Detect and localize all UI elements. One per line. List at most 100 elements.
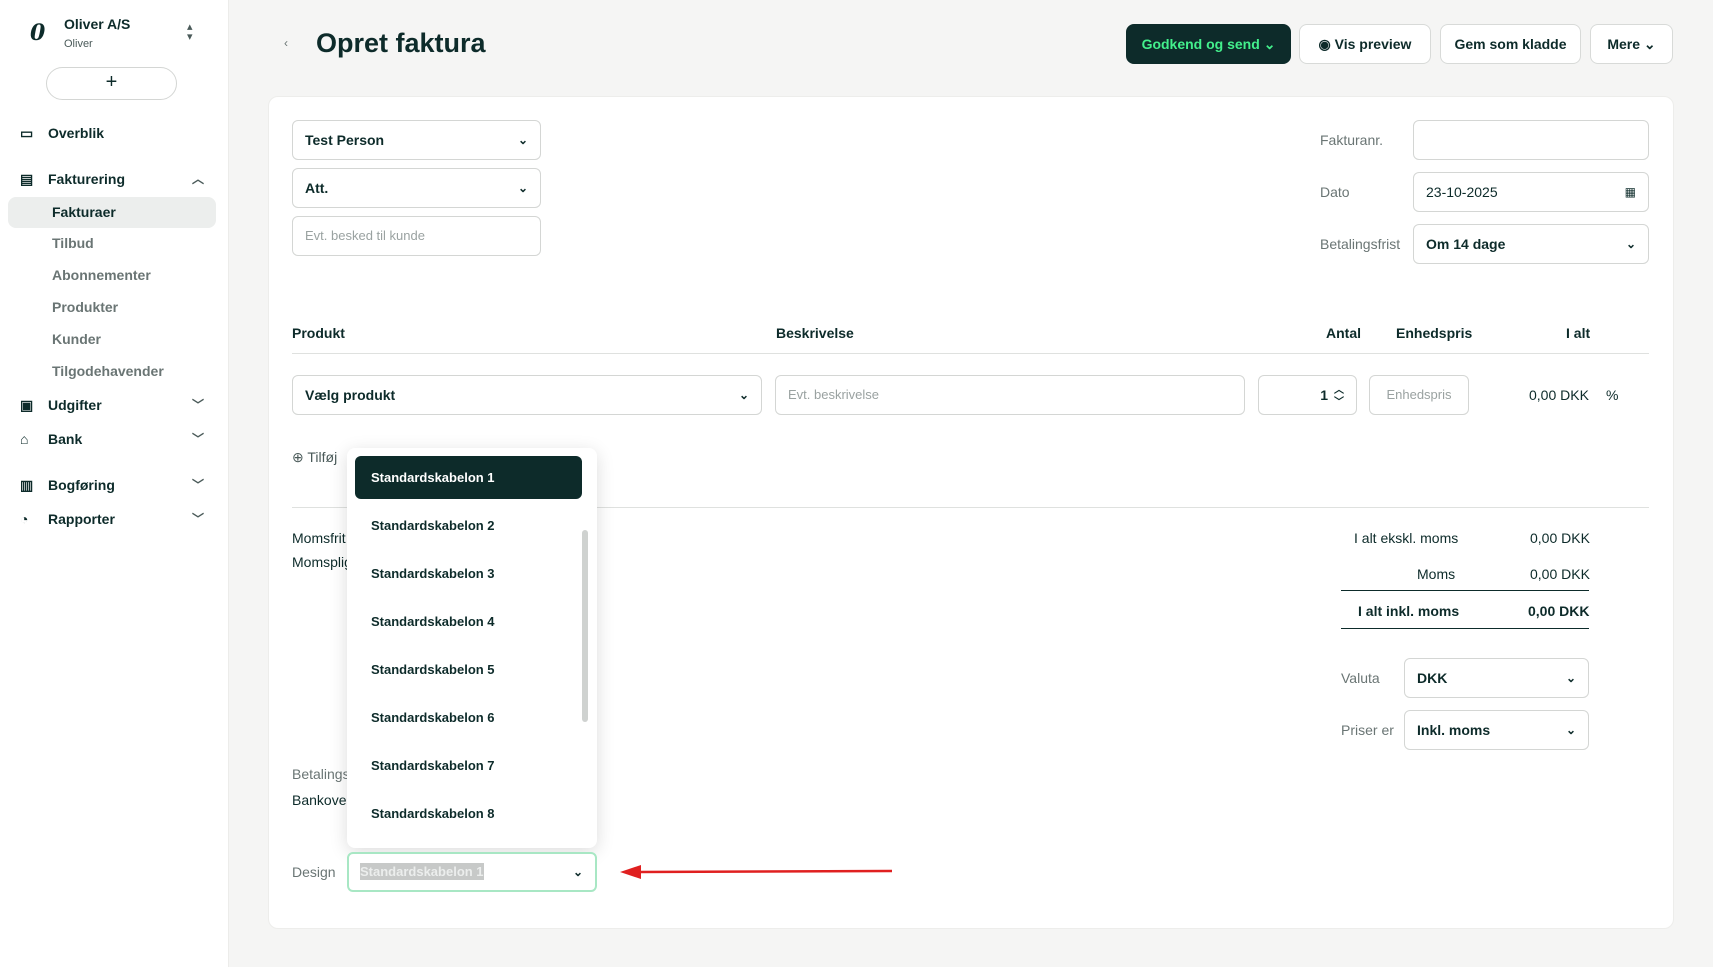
design-option[interactable]: Standardskabelon 4	[355, 600, 582, 643]
currency-value: DKK	[1417, 670, 1448, 686]
wallet-icon: ▣	[20, 397, 34, 413]
annotation-arrow-icon	[620, 865, 893, 879]
design-value: Standardskabelon 1	[360, 863, 484, 880]
qty-value: 1	[1320, 387, 1328, 403]
chevron-down-icon: ﹀	[191, 432, 204, 446]
sidebar-item-products[interactable]: Produkter	[8, 292, 216, 323]
preview-label: Vis preview	[1334, 36, 1412, 52]
currency-label: Valuta	[1341, 670, 1380, 686]
bank-transfer-label: Bankover	[292, 792, 352, 808]
user-name: Oliver	[64, 38, 93, 50]
save-draft-button[interactable]: Gem som kladde	[1440, 24, 1581, 64]
nav-bank-label: Bank	[48, 431, 83, 447]
chevron-down-icon: ﹀	[191, 478, 204, 492]
qty-stepper[interactable]: 1 ︿ ﹀	[1258, 375, 1357, 415]
divider	[1341, 590, 1589, 591]
nav-expenses[interactable]: ▣ Udgifter ﹀	[8, 390, 216, 420]
nav-overview-label: Overblik	[48, 125, 105, 141]
chevron-down-icon: ﹀	[191, 512, 204, 526]
eye-icon: ◉	[1318, 36, 1335, 52]
brand-logo: 0	[30, 20, 46, 46]
book-icon: ▥	[20, 477, 34, 493]
chevron-up-icon: ︿	[191, 172, 204, 186]
col-unit-price: Enhedspris	[1396, 325, 1473, 341]
prices-value: Inkl. moms	[1417, 722, 1491, 738]
sidebar-item-customers[interactable]: Kunder	[8, 324, 216, 355]
add-line-label: Tilføj	[307, 449, 338, 465]
more-label: Mere	[1607, 36, 1641, 52]
more-button[interactable]: Mere ⌄	[1590, 24, 1673, 64]
pie-chart-icon: ◔	[20, 511, 29, 527]
divider	[292, 353, 1649, 354]
design-label: Design	[292, 864, 336, 880]
due-value: Om 14 dage	[1426, 236, 1506, 252]
due-select[interactable]: Om 14 dage ⌄	[1413, 224, 1649, 264]
approve-send-label: Godkend og send	[1141, 36, 1260, 52]
design-option[interactable]: Standardskabelon 6	[355, 696, 582, 739]
design-option[interactable]: Standardskabelon 5	[355, 648, 582, 691]
invoice-no-input[interactable]	[1413, 120, 1649, 160]
nav-bookkeeping[interactable]: ▥ Bogføring ﹀	[8, 470, 216, 500]
company-name: Oliver A/S	[64, 16, 131, 32]
unit-price-input[interactable]: Enhedspris	[1369, 375, 1469, 415]
monitor-icon: ▭	[20, 125, 34, 141]
product-select[interactable]: Vælg produkt ⌄	[292, 375, 762, 415]
nav-overview[interactable]: ▭ Overblik	[8, 118, 216, 148]
vat-label: Moms	[1417, 566, 1456, 582]
att-value: Att.	[305, 180, 329, 196]
payment-label: Betalings	[292, 766, 350, 782]
calendar-icon[interactable]: ▦	[1625, 173, 1636, 211]
chevron-down-icon: ⌄	[517, 133, 528, 147]
excl-vat-label: I alt ekskl. moms	[1354, 530, 1459, 546]
design-select[interactable]: Standardskabelon 1 ⌄	[347, 852, 597, 892]
preview-button[interactable]: ◉ Vis preview	[1299, 24, 1431, 64]
col-description: Beskrivelse	[776, 325, 854, 341]
description-input[interactable]: Evt. beskrivelse	[775, 375, 1245, 415]
col-total: I alt	[1566, 325, 1591, 341]
sidebar-item-receivables[interactable]: Tilgodehavender	[8, 356, 216, 387]
bank-icon: ⌂	[20, 431, 29, 447]
design-option[interactable]: Standardskabelon 1	[355, 456, 582, 499]
prices-label: Priser er	[1341, 722, 1394, 738]
nav-reports[interactable]: ◔ Rapporter ﹀	[8, 504, 216, 534]
date-input[interactable]: 23-10-2025 ▦	[1413, 172, 1649, 212]
design-option[interactable]: Standardskabelon 3	[355, 552, 582, 595]
vat-free-label: Momsfrit	[292, 530, 346, 546]
sidebar-item-quotes[interactable]: Tilbud	[8, 228, 216, 259]
design-option[interactable]: Standardskabelon 2	[355, 504, 582, 547]
discount-percent-icon[interactable]: %	[1606, 387, 1618, 403]
back-icon[interactable]: ‹	[284, 36, 288, 50]
incl-vat-value: 0,00 DKK	[1528, 603, 1590, 619]
design-dropdown-menu: Standardskabelon 1 Standardskabelon 2 St…	[347, 448, 597, 848]
nav-invoicing[interactable]: ▤ Fakturering ︿	[8, 164, 216, 194]
col-product: Produkt	[292, 325, 345, 341]
customer-select[interactable]: Test Person ⌄	[292, 120, 541, 160]
chevron-down-icon: ⌄	[1625, 237, 1636, 251]
approve-send-button[interactable]: Godkend og send ⌄	[1126, 24, 1291, 64]
dropdown-scrollbar[interactable]	[582, 530, 588, 722]
plus-circle-icon: ⊕	[292, 449, 308, 465]
chevron-down-icon: ﹀	[191, 398, 204, 412]
currency-select[interactable]: DKK ⌄	[1404, 658, 1589, 698]
sidebar-item-invoices[interactable]: Fakturaer	[8, 197, 216, 228]
invoice-no-label: Fakturanr.	[1320, 132, 1384, 148]
receipt-icon: ▤	[20, 171, 34, 187]
divider	[1341, 628, 1589, 629]
customer-message-input[interactable]: Evt. besked til kunde	[292, 216, 541, 256]
att-select[interactable]: Att. ⌄	[292, 168, 541, 208]
prices-select[interactable]: Inkl. moms ⌄	[1404, 710, 1589, 750]
date-value: 23-10-2025	[1426, 184, 1498, 200]
company-switcher[interactable]: 0 Oliver A/S Oliver ▴ ▾	[22, 16, 212, 54]
sidebar-item-subscriptions[interactable]: Abonnementer	[8, 260, 216, 291]
incl-vat-label: I alt inkl. moms	[1358, 603, 1460, 619]
nav-bookkeeping-label: Bogføring	[48, 477, 115, 493]
switch-icon: ▴ ▾	[187, 21, 193, 43]
add-button[interactable]: +	[46, 67, 177, 100]
chevron-down-icon: ⌄	[1263, 36, 1276, 52]
design-option[interactable]: Standardskabelon 8	[355, 792, 582, 835]
stepper-icon[interactable]: ︿ ﹀	[1334, 385, 1344, 409]
nav-bank[interactable]: ⌂ Bank ﹀	[8, 424, 216, 454]
design-option[interactable]: Standardskabelon 7	[355, 744, 582, 787]
col-qty: Antal	[1326, 325, 1361, 341]
add-line-button[interactable]: ⊕ Tilføj	[292, 449, 337, 466]
